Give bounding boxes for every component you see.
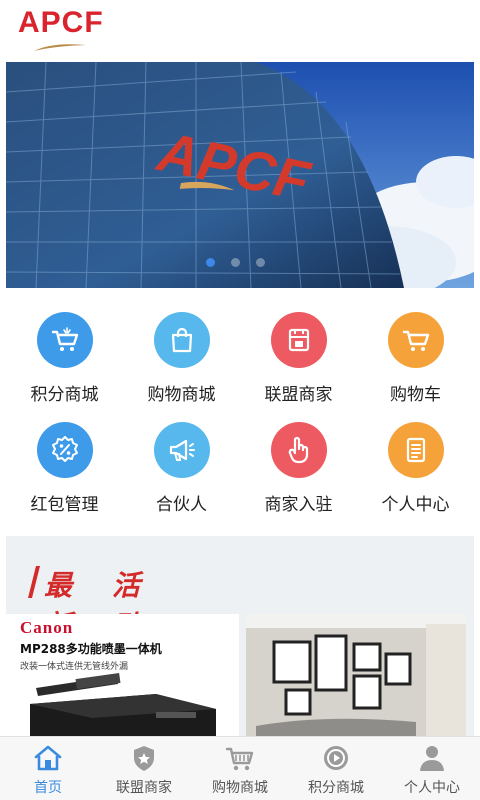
app-header: APCF (0, 0, 480, 60)
tab-home[interactable]: 首页 (0, 737, 96, 800)
grid-item-shopping-mall[interactable]: 购物商城 (123, 300, 240, 410)
percent-icon (36, 422, 93, 478)
bag-icon (153, 312, 210, 368)
carousel-dot[interactable] (206, 258, 215, 267)
grid-item-merchant-join[interactable]: 商家入驻 (240, 410, 357, 520)
grid-item-label: 购物商城 (147, 385, 216, 405)
tab-alliance-merchants[interactable]: 联盟商家 (96, 737, 192, 800)
carousel-indicators (206, 258, 265, 267)
megaphone-icon (153, 422, 210, 478)
hand-icon (270, 422, 327, 478)
cart-icon (225, 743, 255, 773)
tab-label: 首页 (34, 780, 62, 796)
grid-item-label: 联盟商家 (264, 385, 333, 405)
store-icon (270, 312, 327, 368)
grid-item-personal-center[interactable]: 个人中心 (357, 410, 474, 520)
logo-text: APCF (18, 6, 104, 39)
shield-star-icon (129, 743, 159, 773)
tab-label: 积分商城 (308, 780, 364, 796)
cart-icon (36, 312, 93, 368)
promo-card-printer[interactable]: Canon MP288多功能喷墨一体机 改装一体式连供无管线外漏 (6, 614, 239, 736)
printer-image (30, 672, 216, 736)
logo-swoosh-icon (34, 44, 86, 51)
carousel-dot[interactable] (231, 258, 240, 267)
grid-item-points-mall[interactable]: 积分商城 (6, 300, 123, 410)
grid-item-label: 个人中心 (381, 495, 450, 515)
interior-image (246, 614, 466, 736)
section-divider (6, 526, 474, 536)
grid-item-shopping-cart[interactable]: 购物车 (357, 300, 474, 410)
document-icon (387, 422, 444, 478)
carousel-dot[interactable] (256, 258, 265, 267)
tab-label: 购物商城 (212, 780, 268, 796)
bottom-tab-bar: 首页 联盟商家 购物商城 积分商城 个人中心 (0, 736, 480, 800)
grid-item-red-packets[interactable]: 红包管理 (6, 410, 123, 520)
banner-image: APCF (6, 62, 474, 288)
grid-item-label: 合伙人 (156, 495, 207, 515)
app-logo[interactable]: APCF (18, 6, 104, 54)
user-icon (417, 743, 447, 773)
cart-icon (387, 312, 444, 368)
grid-item-label: 购物车 (390, 385, 441, 405)
grid-item-label: 积分商城 (30, 385, 99, 405)
grid-item-label: 红包管理 (30, 495, 99, 515)
banner-carousel[interactable]: APCF (6, 62, 474, 288)
tab-points-mall[interactable]: 积分商城 (288, 737, 384, 800)
latest-activity-section: 最新 活动 Canon MP288多功能喷墨一体机 改装一体式连供无管线外漏 (6, 536, 474, 736)
grid-item-alliance-merchants[interactable]: 联盟商家 (240, 300, 357, 410)
tab-shopping-mall[interactable]: 购物商城 (192, 737, 288, 800)
promo-card-interior[interactable] (246, 614, 466, 736)
tab-label: 个人中心 (404, 780, 460, 796)
tab-personal-center[interactable]: 个人中心 (384, 737, 480, 800)
home-icon (33, 743, 63, 773)
play-badge-icon (321, 743, 351, 773)
grid-item-partners[interactable]: 合伙人 (123, 410, 240, 520)
grid-item-label: 商家入驻 (264, 495, 333, 515)
tab-label: 联盟商家 (116, 780, 172, 796)
function-grid: 积分商城 购物商城 联盟商家 购物车 红包管理 合伙人 商家入驻 个人中心 (6, 300, 474, 522)
